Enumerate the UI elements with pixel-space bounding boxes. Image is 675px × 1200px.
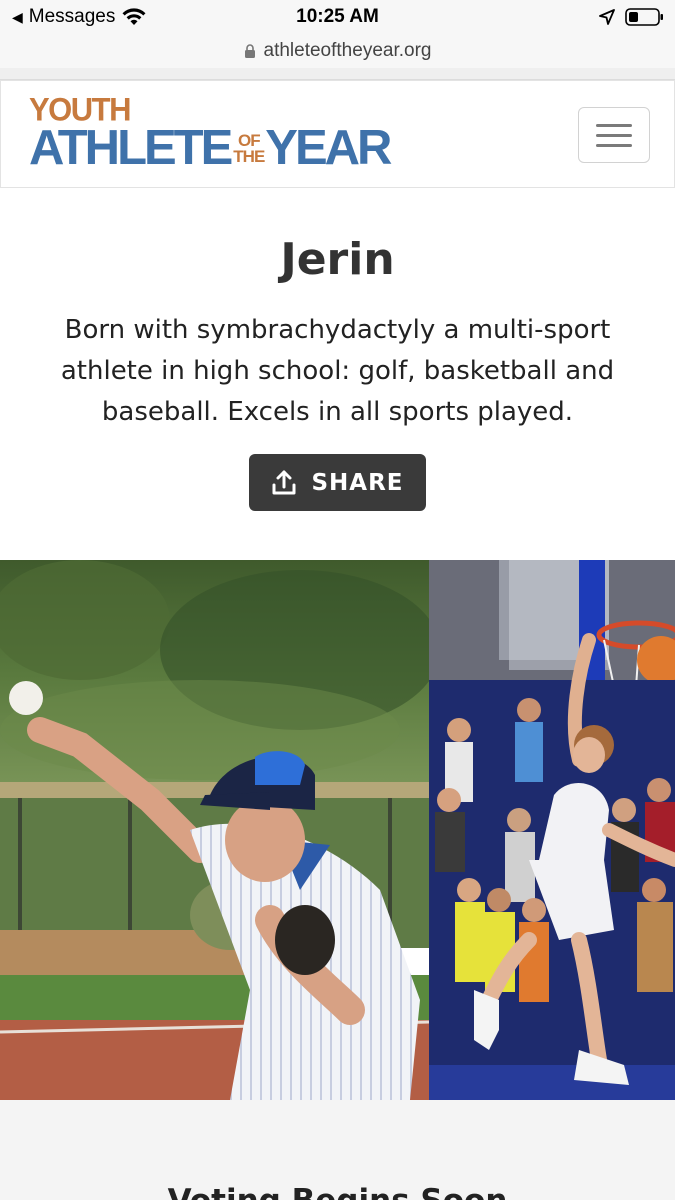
share-label: SHARE: [311, 469, 404, 496]
status-bar: ◀ Messages 10:25 AM: [0, 0, 675, 34]
baseball-pitcher-photo: [0, 560, 429, 1100]
address-bar[interactable]: athleteoftheyear.org: [0, 34, 675, 68]
share-button[interactable]: SHARE: [249, 454, 426, 511]
site-logo[interactable]: YOUTH ATHLETE OF THE YEAR: [29, 90, 392, 175]
toolbar-divider: [0, 68, 675, 80]
site-header: YOUTH ATHLETE OF THE YEAR: [0, 80, 675, 188]
logo-athlete: ATHLETE: [29, 121, 233, 175]
athlete-bio: Born with symbrachydactyly a multi-sport…: [60, 315, 615, 427]
hamburger-menu-button[interactable]: [578, 107, 650, 163]
voting-title: Voting Begins Soon: [0, 1183, 675, 1200]
lock-icon: [244, 43, 255, 58]
location-arrow-icon: [599, 9, 615, 25]
logo-the: THE: [233, 147, 265, 166]
basketball-dunk-photo: [429, 560, 675, 1100]
hamburger-line-icon: [596, 123, 632, 127]
clock-time: 10:25 AM: [296, 6, 379, 27]
share-upload-icon: [272, 470, 296, 494]
url-text: athleteoftheyear.org: [263, 40, 432, 61]
logo-year: YEAR: [265, 121, 392, 175]
battery-icon: [625, 8, 663, 26]
athlete-name: Jerin: [280, 234, 395, 285]
hamburger-line-icon: [596, 143, 632, 147]
logo-youth: YOUTH: [29, 90, 132, 128]
hamburger-line-icon: [596, 133, 632, 137]
